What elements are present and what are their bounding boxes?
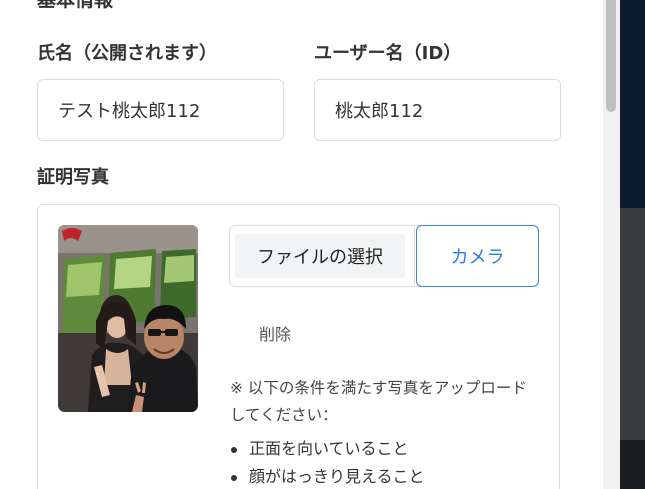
background-middle xyxy=(620,208,645,440)
list-item: 正面を向いていること xyxy=(230,435,425,463)
camera-button[interactable]: カメラ xyxy=(416,225,539,287)
full-name-input[interactable] xyxy=(37,79,284,141)
section-heading-basic-info: 基本情報 xyxy=(37,0,114,11)
profile-form: 基本情報 氏名（公開されます） ユーザー名（ID） 証明写真 xyxy=(0,0,603,489)
file-select-button[interactable]: ファイルの選択 xyxy=(235,234,405,278)
username-label: ユーザー名（ID） xyxy=(314,43,462,64)
full-name-label: 氏名（公開されます） xyxy=(37,43,217,64)
file-input-divider xyxy=(414,226,415,286)
delete-photo-link[interactable]: 削除 xyxy=(259,321,291,345)
scrollbar-thumb[interactable] xyxy=(606,0,616,112)
id-photo-preview xyxy=(58,225,198,412)
id-photo-panel: ファイルの選択 カメラ 削除 ※ 以下の条件を満たす写真をアップロードしてくださ… xyxy=(37,204,560,489)
id-photo-label: 証明写真 xyxy=(37,167,109,188)
photo-requirements-note: ※ 以下の条件を満たす写真をアップロードしてください： xyxy=(230,379,527,424)
list-item: 顔がはっきり見えること xyxy=(230,463,425,489)
background-top xyxy=(620,0,645,208)
username-input[interactable] xyxy=(314,79,561,141)
background-panel xyxy=(620,0,645,489)
background-bottom xyxy=(620,440,645,489)
photo-conditions-list: 正面を向いていること 顔がはっきり見えること xyxy=(230,435,425,489)
